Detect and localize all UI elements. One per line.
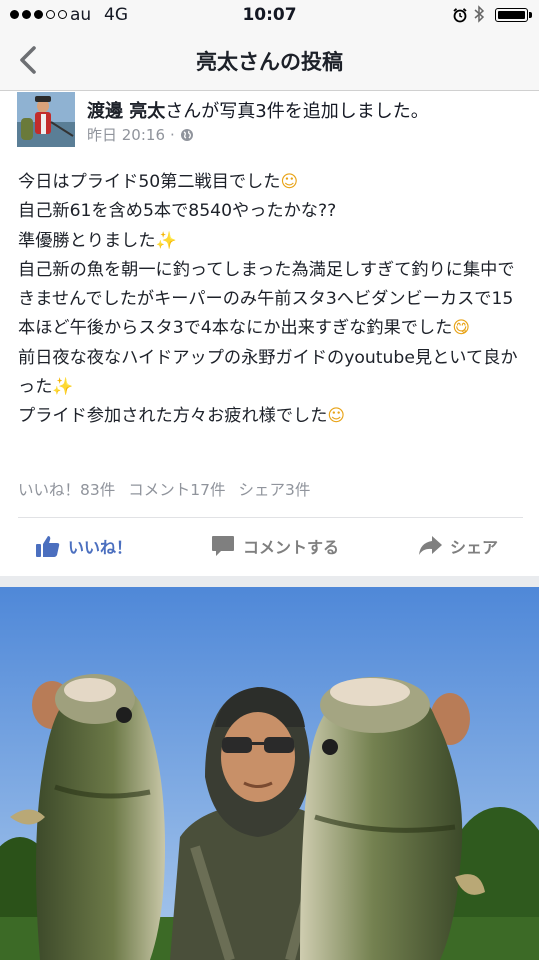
post-line: 自己新の魚を朝一に釣ってしまった為満足しすぎて釣りに集中できませんでしたがキーパ…: [18, 256, 523, 344]
author-name[interactable]: 渡邊 亮太: [87, 101, 165, 122]
author-avatar[interactable]: [17, 92, 75, 147]
globe-icon: [180, 128, 193, 141]
status-bar: au 4G 10:07: [0, 0, 539, 30]
divider: [18, 517, 523, 518]
smiling-emoji-icon: ☺: [327, 406, 346, 427]
sparkles-emoji-icon: ✨: [155, 230, 177, 251]
post-photo[interactable]: [0, 587, 539, 960]
alarm-icon: [453, 8, 467, 23]
bluetooth-icon: [474, 5, 485, 27]
engagement-counts: いいね！83件 コメント17件 シェア3件: [18, 478, 310, 500]
page-title: 亮太さんの投稿: [196, 50, 343, 74]
comment-button[interactable]: コメントする: [211, 534, 339, 558]
sparkles-emoji-icon: ✨: [52, 377, 74, 398]
meta-separator: ·: [170, 125, 175, 144]
share-button-label: シェア: [450, 538, 499, 557]
post-line: 自己新61を含め5本で8540やったかな??: [18, 201, 337, 222]
section-gap: [0, 576, 539, 587]
like-button[interactable]: いいね！: [36, 534, 132, 558]
post-meta: 昨日 20:16 ·: [87, 124, 194, 145]
share-arrow-icon: [419, 536, 442, 555]
comment-button-label: コメントする: [243, 538, 340, 557]
post-line: プライド参加された方々お疲れ様でした☺: [18, 402, 523, 431]
post-body: 今日はプライド50第二戦目でした☺ 自己新61を含め5本で8540やったかな??…: [18, 168, 523, 432]
like-count[interactable]: いいね！83件: [18, 478, 115, 500]
comment-count[interactable]: コメント17件: [128, 478, 225, 500]
like-button-label: いいね！: [68, 538, 133, 557]
yum-emoji-icon: 😋: [452, 318, 471, 339]
comment-bubble-icon: [212, 536, 234, 556]
share-count[interactable]: シェア3件: [238, 478, 310, 500]
share-button[interactable]: シェア: [418, 534, 498, 558]
navigation-bar: 亮太さんの投稿: [0, 30, 539, 91]
battery-icon: [495, 8, 532, 22]
post-action-text: さんが写真3件を追加しました。: [165, 101, 429, 122]
post-author-line: 渡邊 亮太さんが写真3件を追加しました。: [87, 97, 429, 123]
smiling-emoji-icon: ☺: [280, 172, 299, 192]
post-line: 今日はプライド50第二戦目でした☺: [18, 168, 523, 197]
post-line: 準優勝とりました✨: [18, 227, 523, 256]
post-timestamp[interactable]: 昨日 20:16: [87, 124, 165, 145]
post-actions: いいね！ コメントする シェア: [0, 528, 539, 564]
thumbs-up-icon: [36, 536, 60, 557]
post-line: 前日夜な夜なハイドアップの永野ガイドのyoutube見といて良かった✨: [18, 344, 523, 403]
